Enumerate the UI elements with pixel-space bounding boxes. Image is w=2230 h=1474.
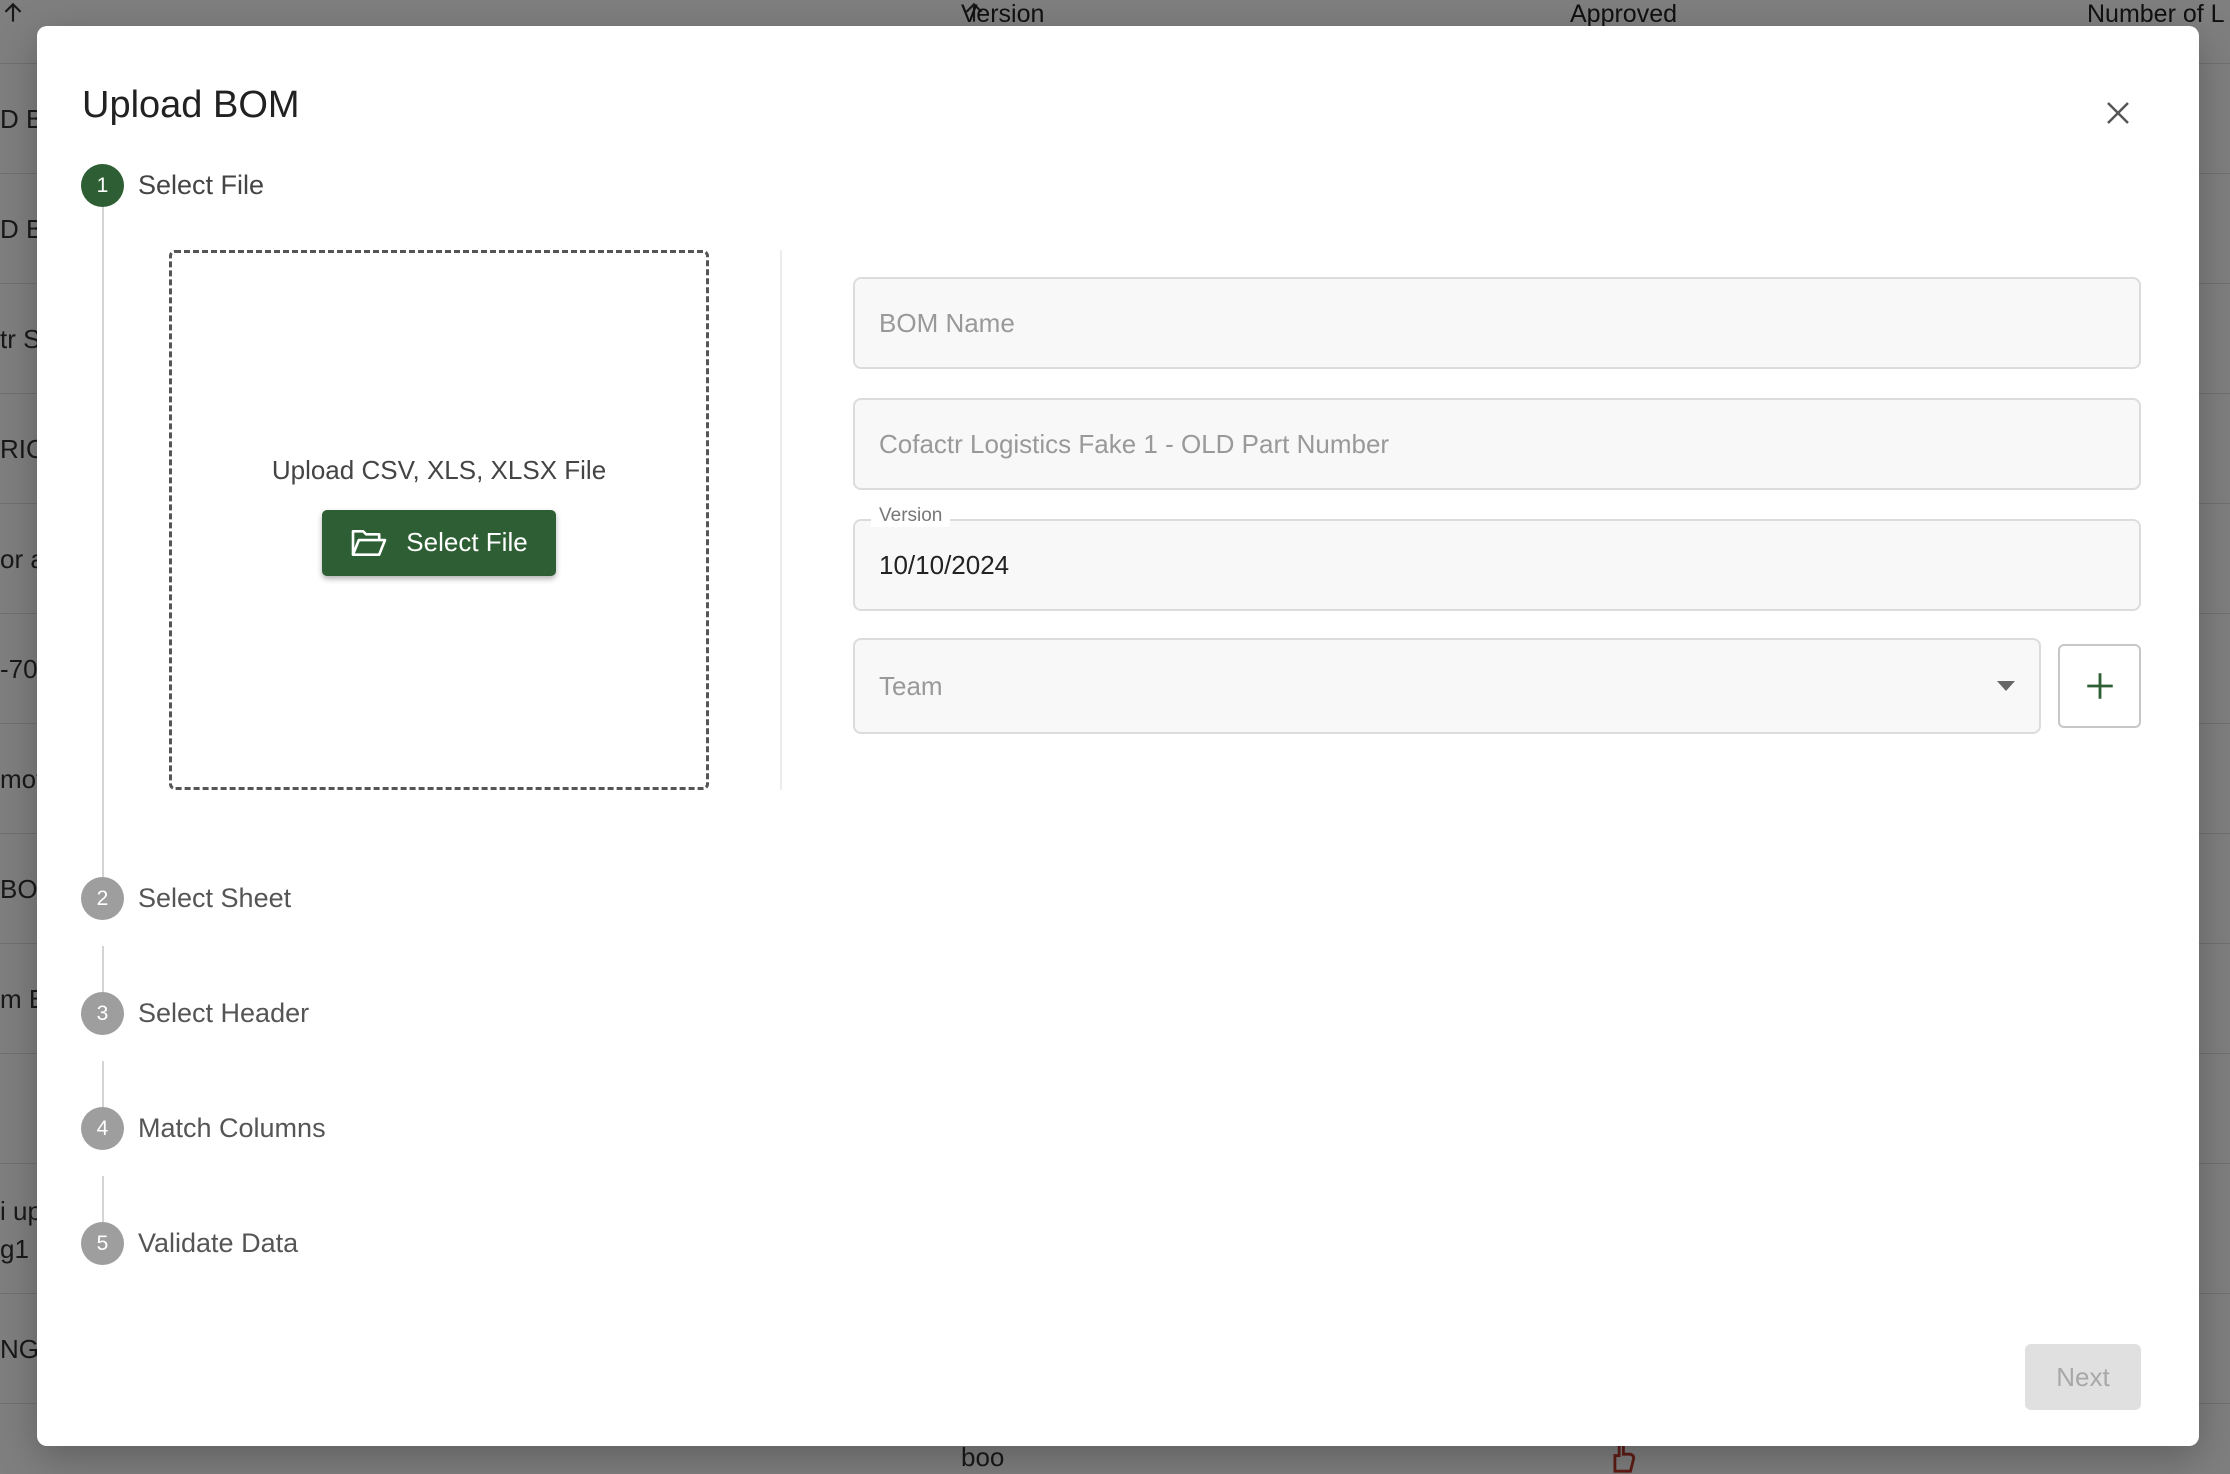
divider: [780, 250, 782, 790]
step-label: Select Header: [138, 998, 310, 1028]
add-team-button[interactable]: [2058, 644, 2141, 728]
team-placeholder: Team: [879, 670, 943, 701]
step-number: 2: [81, 877, 124, 920]
select-file-button[interactable]: Select File: [322, 509, 556, 576]
step-select-sheet: 2 Select Sheet: [81, 877, 291, 920]
part-number-field[interactable]: [853, 398, 2141, 490]
step-label: Select Sheet: [138, 883, 292, 913]
bom-name-input[interactable]: [879, 307, 2139, 339]
caret-down-icon: [1997, 681, 2015, 691]
step-number: 3: [81, 992, 124, 1035]
version-input[interactable]: [879, 549, 2139, 581]
part-number-input[interactable]: [879, 428, 2139, 460]
version-label: Version: [871, 505, 951, 527]
step-label: Match Columns: [138, 1113, 326, 1143]
version-field[interactable]: Version: [853, 505, 2141, 611]
step-validate-data: 5 Validate Data: [81, 1222, 298, 1265]
next-button[interactable]: Next: [2025, 1344, 2141, 1410]
step-select-header: 3 Select Header: [81, 992, 309, 1035]
dialog-title: Upload BOM: [82, 84, 300, 126]
step-select-file: 1 Select File: [81, 164, 264, 207]
select-file-label: Select File: [406, 527, 528, 557]
bom-name-field[interactable]: [853, 277, 2141, 369]
team-select[interactable]: Team: [853, 638, 2041, 734]
step-label: Validate Data: [138, 1228, 299, 1258]
upload-bom-dialog: Upload BOM 1 Select File 2 Select Sheet …: [37, 26, 2199, 1446]
step-label: Select File: [138, 170, 265, 200]
step-number: 5: [81, 1222, 124, 1265]
close-button[interactable]: [2091, 86, 2145, 140]
file-dropzone[interactable]: Upload CSV, XLS, XLSX File Select File: [169, 250, 709, 790]
step-number: 1: [81, 164, 124, 207]
step-connector: [102, 185, 104, 885]
dropzone-prompt: Upload CSV, XLS, XLSX File: [271, 454, 607, 485]
close-icon: [2107, 102, 2129, 124]
step-number: 4: [81, 1107, 124, 1150]
step-match-columns: 4 Match Columns: [81, 1107, 326, 1150]
folder-open-icon: [351, 529, 387, 556]
plus-icon: [2086, 673, 2113, 699]
